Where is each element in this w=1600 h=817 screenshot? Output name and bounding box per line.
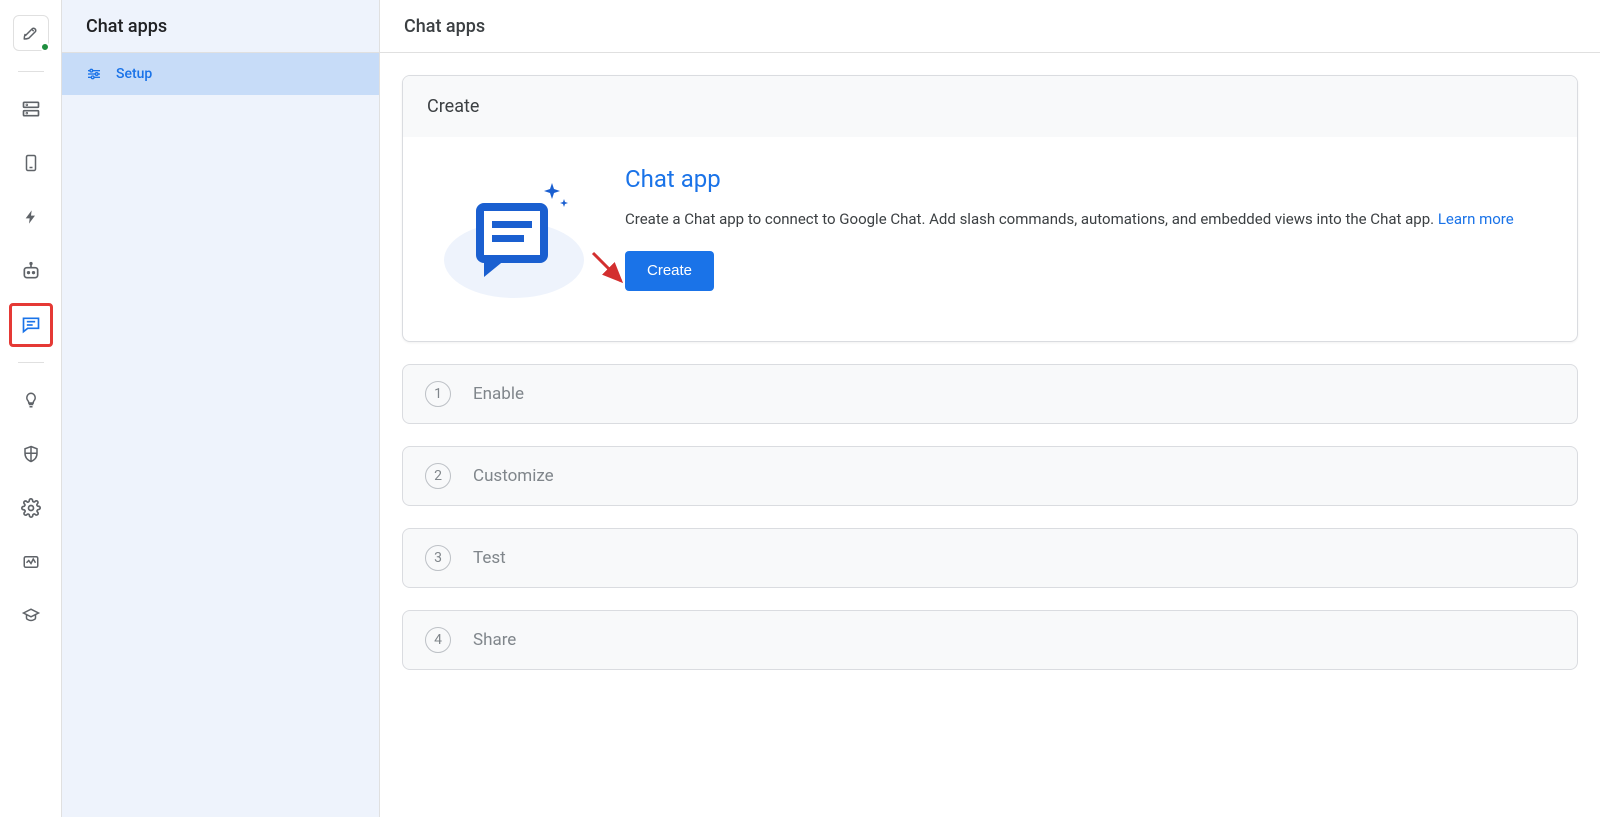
robot-icon: [21, 261, 41, 281]
rail-item-home[interactable]: [13, 15, 49, 51]
step-customize[interactable]: 2 Customize: [402, 446, 1578, 506]
rail-item-triggers[interactable]: [9, 195, 53, 239]
create-card-section-title: Create: [403, 76, 1577, 137]
step-number: 4: [425, 627, 451, 653]
rail-item-chat[interactable]: [9, 303, 53, 347]
create-card-description: Create a Chat app to connect to Google C…: [625, 207, 1553, 233]
rocket-icon: [22, 24, 40, 42]
rail-divider: [18, 71, 44, 72]
step-number: 2: [425, 463, 451, 489]
tune-icon: [86, 66, 102, 82]
create-card-title: Chat app: [625, 165, 1553, 193]
step-test[interactable]: 3 Test: [402, 528, 1578, 588]
rail-item-learn[interactable]: [9, 594, 53, 638]
main: Chat apps Create: [380, 0, 1600, 817]
step-label: Enable: [473, 384, 524, 404]
step-label: Customize: [473, 466, 554, 486]
chat-illustration: [427, 165, 597, 305]
lightbulb-icon: [22, 390, 40, 410]
icon-rail: [0, 0, 62, 817]
chat-icon: [21, 315, 41, 335]
step-number: 1: [425, 381, 451, 407]
rail-item-settings[interactable]: [9, 486, 53, 530]
sidebar-title: Chat apps: [62, 0, 379, 53]
page-title: Chat apps: [380, 0, 1600, 53]
rail-item-bots[interactable]: [9, 249, 53, 293]
shield-icon: [22, 444, 40, 464]
rail-item-monitoring[interactable]: [9, 540, 53, 584]
graduation-icon: [21, 607, 41, 625]
step-enable[interactable]: 1 Enable: [402, 364, 1578, 424]
rail-divider: [18, 362, 44, 363]
phone-icon: [22, 153, 40, 173]
sidebar-item-label: Setup: [116, 66, 152, 82]
monitor-icon: [21, 553, 41, 571]
step-number: 3: [425, 545, 451, 571]
rail-item-mobile[interactable]: [9, 141, 53, 185]
learn-more-link[interactable]: Learn more: [1438, 210, 1514, 228]
step-label: Test: [473, 548, 506, 568]
step-share[interactable]: 4 Share: [402, 610, 1578, 670]
rail-item-servers[interactable]: [9, 87, 53, 131]
step-label: Share: [473, 630, 516, 650]
sidebar: Chat apps Setup: [62, 0, 380, 817]
server-icon: [21, 99, 41, 119]
rail-item-ideas[interactable]: [9, 378, 53, 422]
rail-item-security[interactable]: [9, 432, 53, 476]
status-dot-icon: [40, 42, 50, 52]
bolt-icon: [23, 207, 39, 227]
create-card: Create: [402, 75, 1578, 342]
sidebar-item-setup[interactable]: Setup: [62, 53, 379, 95]
gear-icon: [21, 498, 41, 518]
create-button[interactable]: Create: [625, 251, 714, 291]
